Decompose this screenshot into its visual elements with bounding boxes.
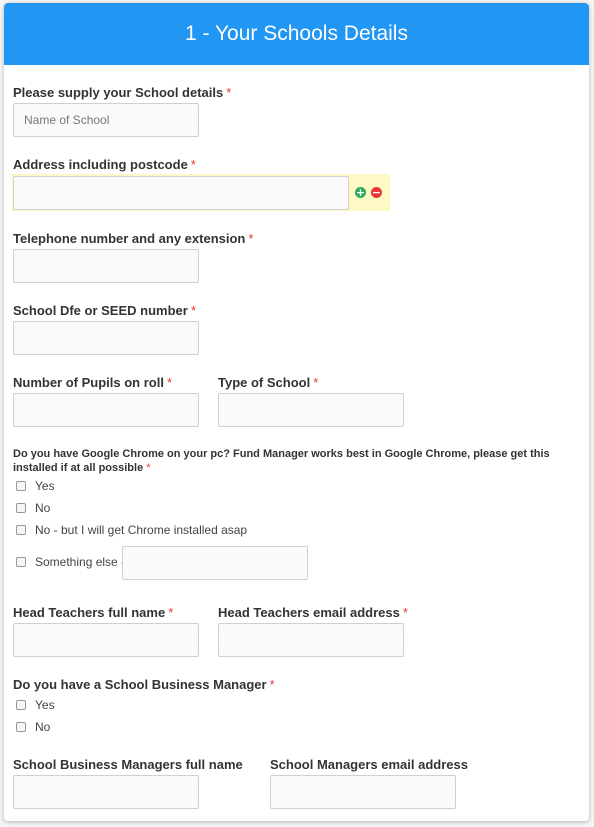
required-marker: *	[248, 231, 254, 246]
dfe-input[interactable]	[13, 321, 199, 355]
required-marker: *	[269, 677, 275, 692]
form-card: 1 - Your Schools Details Please supply y…	[4, 3, 589, 821]
plus-circle-icon[interactable]: +	[355, 187, 366, 198]
pupils-input[interactable]	[13, 393, 199, 427]
school-name-input[interactable]	[13, 103, 199, 137]
chrome-option-install-asap[interactable]: No - but I will get Chrome installed asa…	[16, 523, 247, 537]
head-email-input[interactable]	[218, 623, 404, 657]
school-name-label: Please supply your School details *	[13, 85, 232, 100]
required-marker: *	[226, 85, 232, 100]
required-marker: *	[166, 375, 173, 390]
sbm-name-label: School Business Managers full name	[13, 757, 243, 772]
chrome-other-input[interactable]	[122, 546, 308, 580]
head-email-label: Head Teachers email address *	[218, 605, 408, 620]
head-name-input[interactable]	[13, 623, 199, 657]
required-marker: *	[190, 157, 196, 172]
dfe-label: School Dfe or SEED number *	[13, 303, 196, 318]
sbm-name-input[interactable]	[13, 775, 199, 809]
address-label: Address including postcode *	[13, 157, 196, 172]
sbm-option-yes[interactable]: Yes	[16, 698, 55, 712]
checkbox[interactable]	[16, 481, 26, 491]
required-marker: *	[313, 375, 319, 390]
pupils-label: Number of Pupils on roll *	[13, 375, 173, 390]
sbm-option-no[interactable]: No	[16, 720, 50, 734]
checkbox[interactable]	[16, 722, 26, 732]
required-marker: *	[146, 462, 151, 474]
required-marker: *	[190, 303, 196, 318]
sbm-email-label: School Managers email address	[270, 757, 468, 772]
section-title: 1 - Your Schools Details	[185, 22, 408, 45]
head-name-label: Head Teachers full name *	[13, 605, 174, 620]
chrome-option-yes[interactable]: Yes	[16, 479, 55, 493]
checkbox[interactable]	[16, 503, 26, 513]
section-header: 1 - Your Schools Details	[4, 3, 589, 65]
sbm-question-label: Do you have a School Business Manager *	[13, 677, 275, 692]
telephone-input[interactable]	[13, 249, 199, 283]
sbm-email-input[interactable]	[270, 775, 456, 809]
address-input[interactable]	[13, 176, 349, 210]
checkbox[interactable]	[16, 525, 26, 535]
chrome-option-no[interactable]: No	[16, 501, 50, 515]
checkbox[interactable]	[16, 700, 26, 710]
school-type-input[interactable]	[218, 393, 404, 427]
chrome-option-something-else[interactable]: Something else -	[16, 555, 125, 569]
minus-circle-icon[interactable]: −	[371, 187, 382, 198]
required-marker: *	[168, 605, 174, 620]
chrome-question-label: Do you have Google Chrome on your pc? Fu…	[13, 448, 550, 474]
telephone-label: Telephone number and any extension *	[13, 231, 254, 246]
checkbox[interactable]	[16, 557, 26, 567]
school-type-label: Type of School *	[218, 375, 319, 390]
required-marker: *	[402, 605, 408, 620]
